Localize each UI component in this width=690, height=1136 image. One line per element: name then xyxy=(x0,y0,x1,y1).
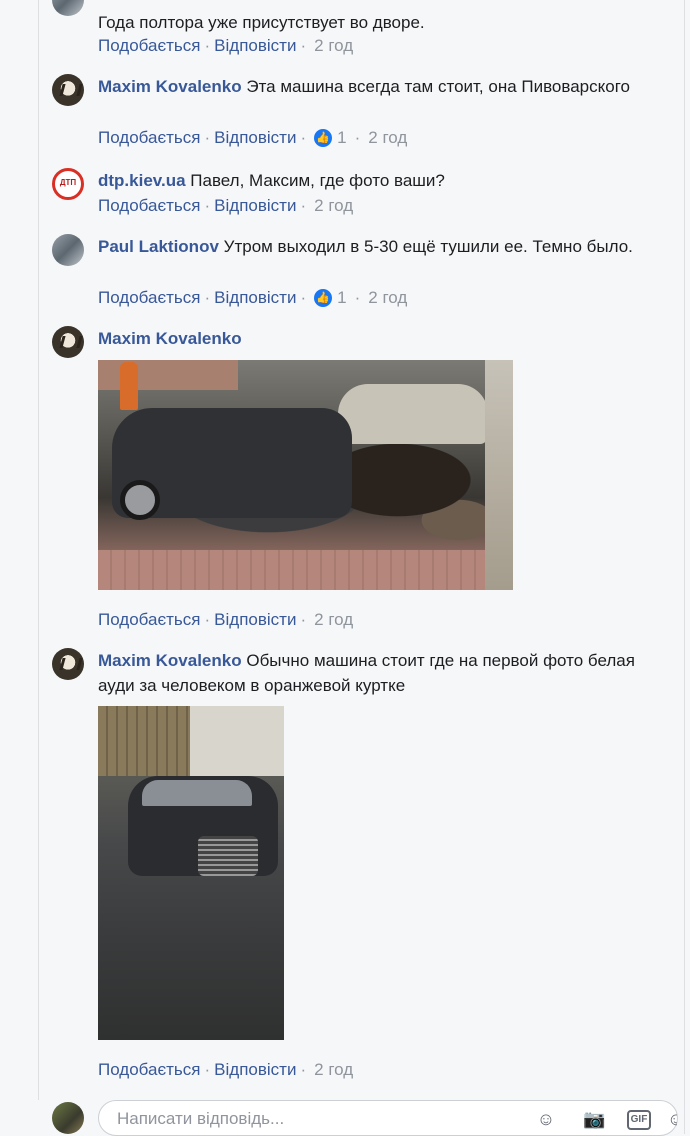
timestamp[interactable]: 2 год xyxy=(314,610,353,630)
photo-pavement xyxy=(98,550,513,590)
reply-input[interactable] xyxy=(115,1106,519,1132)
thumbs-up-icon[interactable]: 👍 xyxy=(314,129,333,147)
like-button[interactable]: Подобається xyxy=(98,610,201,630)
reply-composer[interactable]: ☺ 📷 GIF ☺ xyxy=(98,1100,678,1136)
author-name[interactable]: Maxim Kovalenko xyxy=(98,651,242,670)
avatar[interactable] xyxy=(52,0,84,16)
reply-button[interactable]: Відповісти xyxy=(214,610,296,630)
photo-person xyxy=(120,362,138,410)
camera-icon[interactable]: 📷 xyxy=(583,1108,605,1130)
comment-body: Года полтора уже присутствует во дворе. xyxy=(98,10,668,35)
like-count[interactable]: 1 xyxy=(337,128,346,148)
comment-text: Павел, Максим, где фото ваши? xyxy=(190,171,445,190)
photo-wall xyxy=(98,360,238,390)
separator: · xyxy=(204,36,211,55)
separator: · xyxy=(204,610,211,629)
separator: · xyxy=(354,128,361,147)
reply-button[interactable]: Відповісти xyxy=(214,36,296,56)
audi-photo[interactable] xyxy=(98,706,284,1040)
timestamp[interactable]: 2 год xyxy=(314,196,353,216)
photo-wheel xyxy=(120,480,160,520)
like-button[interactable]: Подобається xyxy=(98,1060,201,1080)
like-button[interactable]: Подобається xyxy=(98,36,201,56)
panel-border xyxy=(684,0,685,1134)
comment-body: Maxim Kovalenko Обычно машина стоит где … xyxy=(98,648,668,698)
separator: · xyxy=(300,128,307,147)
separator: · xyxy=(300,36,307,55)
comment-actions: Подобається · Відповісти · 2 год xyxy=(98,196,353,216)
comment-text: Утром выходил в 5-30 ещё тушили ее. Темн… xyxy=(223,237,633,256)
reply-button[interactable]: Відповісти xyxy=(214,1060,296,1080)
like-count[interactable]: 1 xyxy=(337,288,346,308)
like-button[interactable]: Подобається xyxy=(98,288,201,308)
timestamp[interactable]: 2 год xyxy=(368,128,407,148)
photo-fence xyxy=(98,706,190,776)
separator: · xyxy=(204,1060,211,1079)
comment-actions: Подобається · Відповісти · 2 год xyxy=(98,36,353,56)
like-button[interactable]: Подобається xyxy=(98,128,201,148)
like-button[interactable]: Подобається xyxy=(98,196,201,216)
photo-building xyxy=(190,706,284,776)
avatar[interactable] xyxy=(52,326,84,358)
avatar[interactable]: ДТП xyxy=(52,168,84,200)
sticker-icon[interactable]: ☺ xyxy=(667,1108,677,1130)
timestamp[interactable]: 2 год xyxy=(314,36,353,56)
avatar[interactable] xyxy=(52,648,84,680)
separator: · xyxy=(204,128,211,147)
gif-icon[interactable]: GIF xyxy=(627,1110,651,1130)
comment-text: Года полтора уже присутствует во дворе. xyxy=(98,13,425,32)
comment-actions: Подобається · Відповісти · 👍 1 · 2 год xyxy=(98,288,407,308)
separator: · xyxy=(204,196,211,215)
photo-white-car xyxy=(338,384,488,444)
author-name[interactable]: dtp.kiev.ua xyxy=(98,171,186,190)
photo-grille xyxy=(198,836,258,876)
reply-button[interactable]: Відповісти xyxy=(214,288,296,308)
thumbs-up-icon[interactable]: 👍 xyxy=(314,289,333,307)
separator: · xyxy=(204,288,211,307)
separator: · xyxy=(300,288,307,307)
author-name[interactable]: Maxim Kovalenko xyxy=(98,329,242,348)
dtp-logo-text: ДТП xyxy=(59,178,77,187)
comment-body: Paul Laktionov Утром выходил в 5-30 ещё … xyxy=(98,234,668,259)
reply-button[interactable]: Відповісти xyxy=(214,196,296,216)
separator: · xyxy=(300,196,307,215)
reply-button[interactable]: Відповісти xyxy=(214,128,296,148)
comment-text: Эта машина всегда там стоит, она Пивовар… xyxy=(246,77,631,96)
avatar[interactable] xyxy=(52,234,84,266)
timestamp[interactable]: 2 год xyxy=(368,288,407,308)
comment-actions: Подобається · Відповісти · 2 год xyxy=(98,1060,353,1080)
comment-actions: Подобається · Відповісти · 2 год xyxy=(98,610,353,630)
separator: · xyxy=(300,610,307,629)
separator: · xyxy=(300,1060,307,1079)
author-name[interactable]: Maxim Kovalenko xyxy=(98,77,242,96)
emoji-icon[interactable]: ☺ xyxy=(535,1108,557,1130)
current-user-avatar[interactable] xyxy=(52,1102,84,1134)
burnt-car-photo[interactable] xyxy=(98,360,513,590)
comment-body: dtp.kiev.ua Павел, Максим, где фото ваши… xyxy=(98,168,668,193)
comment-actions: Подобається · Відповісти · 👍 1 · 2 год xyxy=(98,128,407,148)
separator: · xyxy=(354,288,361,307)
timestamp[interactable]: 2 год xyxy=(314,1060,353,1080)
thread-line xyxy=(38,0,39,1100)
comment-body: Maxim Kovalenko Эта машина всегда там ст… xyxy=(98,74,668,99)
photo-windshield xyxy=(142,780,252,806)
comment-body: Maxim Kovalenko xyxy=(98,326,668,351)
photo-tree xyxy=(485,360,513,590)
avatar[interactable] xyxy=(52,74,84,106)
author-name[interactable]: Paul Laktionov xyxy=(98,237,219,256)
